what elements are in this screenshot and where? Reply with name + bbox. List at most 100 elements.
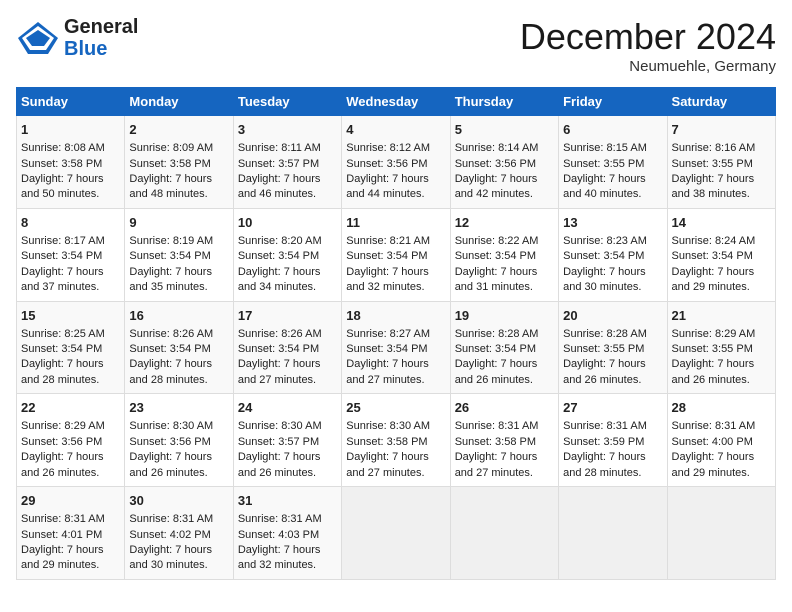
day-number: 14 bbox=[672, 214, 771, 232]
sunset: Sunset: 3:55 PM bbox=[672, 343, 753, 355]
sunrise: Sunrise: 8:09 AM bbox=[129, 142, 213, 154]
day-number: 1 bbox=[21, 121, 120, 139]
sunrise: Sunrise: 8:14 AM bbox=[455, 142, 539, 154]
day-number: 15 bbox=[21, 307, 120, 325]
calendar-cell: 12Sunrise: 8:22 AMSunset: 3:54 PMDayligh… bbox=[450, 208, 558, 301]
calendar-cell: 27Sunrise: 8:31 AMSunset: 3:59 PMDayligh… bbox=[559, 394, 667, 487]
page-header: General Blue December 2024 Neumuehle, Ge… bbox=[16, 16, 776, 75]
daylight: Daylight: 7 hours and 46 minutes. bbox=[238, 173, 321, 200]
logo-icon bbox=[16, 20, 60, 56]
calendar-cell: 8Sunrise: 8:17 AMSunset: 3:54 PMDaylight… bbox=[17, 208, 125, 301]
day-number: 24 bbox=[238, 399, 337, 417]
calendar-cell: 6Sunrise: 8:15 AMSunset: 3:55 PMDaylight… bbox=[559, 116, 667, 209]
sunrise: Sunrise: 8:24 AM bbox=[672, 235, 756, 247]
daylight: Daylight: 7 hours and 28 minutes. bbox=[129, 358, 212, 385]
calendar-cell: 17Sunrise: 8:26 AMSunset: 3:54 PMDayligh… bbox=[233, 301, 341, 394]
sunset: Sunset: 3:55 PM bbox=[563, 343, 644, 355]
day-number: 11 bbox=[346, 214, 445, 232]
calendar-cell: 4 Sunrise: 8:12 AM Sunset: 3:56 PM Daylight… bbox=[342, 116, 450, 209]
daylight: Daylight: 7 hours and 29 minutes. bbox=[21, 544, 104, 571]
calendar-cell bbox=[450, 487, 558, 580]
sunrise: Sunrise: 8:30 AM bbox=[129, 420, 213, 432]
calendar-cell: 21Sunrise: 8:29 AMSunset: 3:55 PMDayligh… bbox=[667, 301, 775, 394]
daylight: Daylight: 7 hours and 34 minutes. bbox=[238, 266, 321, 293]
daylight: Daylight: 7 hours and 26 minutes. bbox=[238, 451, 321, 478]
calendar-cell: 19Sunrise: 8:28 AMSunset: 3:54 PMDayligh… bbox=[450, 301, 558, 394]
calendar-cell: 20Sunrise: 8:28 AMSunset: 3:55 PMDayligh… bbox=[559, 301, 667, 394]
sunset: Sunset: 3:56 PM bbox=[346, 158, 427, 170]
sunset: Sunset: 3:54 PM bbox=[346, 343, 427, 355]
calendar-cell: 24Sunrise: 8:30 AMSunset: 3:57 PMDayligh… bbox=[233, 394, 341, 487]
calendar-cell: 5Sunrise: 8:14 AMSunset: 3:56 PMDaylight… bbox=[450, 116, 558, 209]
calendar-cell: 18Sunrise: 8:27 AMSunset: 3:54 PMDayligh… bbox=[342, 301, 450, 394]
day-of-week-header: Wednesday bbox=[342, 88, 450, 116]
sunrise: Sunrise: 8:31 AM bbox=[21, 513, 105, 525]
sunrise: Sunrise: 8:29 AM bbox=[672, 328, 756, 340]
sunrise: Sunrise: 8:26 AM bbox=[129, 328, 213, 340]
day-of-week-header: Monday bbox=[125, 88, 233, 116]
daylight: Daylight: 7 hours and 40 minutes. bbox=[563, 173, 646, 200]
calendar-cell: 1Sunrise: 8:08 AMSunset: 3:58 PMDaylight… bbox=[17, 116, 125, 209]
logo-general: General bbox=[64, 16, 138, 38]
sunset: Sunset: 3:54 PM bbox=[238, 343, 319, 355]
day-number: 17 bbox=[238, 307, 337, 325]
calendar-week-row: 22Sunrise: 8:29 AMSunset: 3:56 PMDayligh… bbox=[17, 394, 776, 487]
day-number: 2 bbox=[129, 121, 228, 139]
calendar-week-row: 8Sunrise: 8:17 AMSunset: 3:54 PMDaylight… bbox=[17, 208, 776, 301]
day-of-week-header: Sunday bbox=[17, 88, 125, 116]
day-number: 4 bbox=[346, 121, 445, 139]
daylight: Daylight: 7 hours and 26 minutes. bbox=[563, 358, 646, 385]
sunrise: Sunrise: 8:17 AM bbox=[21, 235, 105, 247]
sunset: Sunset: 3:56 PM bbox=[21, 436, 102, 448]
daylight: Daylight: 7 hours and 38 minutes. bbox=[672, 173, 755, 200]
calendar-cell: 7Sunrise: 8:16 AMSunset: 3:55 PMDaylight… bbox=[667, 116, 775, 209]
calendar-cell: 3 Sunrise: 8:11 AM Sunset: 3:57 PM Daylight… bbox=[233, 116, 341, 209]
daylight: Daylight: 7 hours and 44 minutes. bbox=[346, 173, 429, 200]
sunset: Sunset: 3:58 PM bbox=[455, 436, 536, 448]
day-number: 26 bbox=[455, 399, 554, 417]
sunrise: Sunrise: 8:12 AM bbox=[346, 142, 430, 154]
day-number: 9 bbox=[129, 214, 228, 232]
sunset: Sunset: 3:54 PM bbox=[346, 250, 427, 262]
sunset: Sunset: 3:59 PM bbox=[563, 436, 644, 448]
daylight: Daylight: 7 hours and 27 minutes. bbox=[238, 358, 321, 385]
sunset: Sunset: 3:54 PM bbox=[563, 250, 644, 262]
daylight: Daylight: 7 hours and 29 minutes. bbox=[672, 451, 755, 478]
day-of-week-header: Friday bbox=[559, 88, 667, 116]
day-number: 27 bbox=[563, 399, 662, 417]
calendar-table: SundayMondayTuesdayWednesdayThursdayFrid… bbox=[16, 87, 776, 580]
sunset: Sunset: 3:54 PM bbox=[455, 250, 536, 262]
sunrise: Sunrise: 8:31 AM bbox=[238, 513, 322, 525]
sunset: Sunset: 3:57 PM bbox=[238, 158, 319, 170]
daylight: Daylight: 7 hours and 50 minutes. bbox=[21, 173, 104, 200]
day-number: 28 bbox=[672, 399, 771, 417]
calendar-cell bbox=[667, 487, 775, 580]
sunrise: Sunrise: 8:11 AM bbox=[238, 142, 321, 154]
day-number: 3 bbox=[238, 121, 337, 139]
calendar-cell bbox=[559, 487, 667, 580]
daylight: Daylight: 7 hours and 32 minutes. bbox=[238, 544, 321, 571]
sunset: Sunset: 3:57 PM bbox=[238, 436, 319, 448]
sunrise: Sunrise: 8:31 AM bbox=[129, 513, 213, 525]
calendar-cell: 26Sunrise: 8:31 AMSunset: 3:58 PMDayligh… bbox=[450, 394, 558, 487]
sunset: Sunset: 3:54 PM bbox=[21, 343, 102, 355]
calendar-week-row: 1Sunrise: 8:08 AMSunset: 3:58 PMDaylight… bbox=[17, 116, 776, 209]
sunset: Sunset: 4:02 PM bbox=[129, 529, 210, 541]
sunset: Sunset: 4:00 PM bbox=[672, 436, 753, 448]
sunrise: Sunrise: 8:29 AM bbox=[21, 420, 105, 432]
sunrise: Sunrise: 8:27 AM bbox=[346, 328, 430, 340]
day-of-week-header: Tuesday bbox=[233, 88, 341, 116]
calendar-cell: 2Sunrise: 8:09 AMSunset: 3:58 PMDaylight… bbox=[125, 116, 233, 209]
sunset: Sunset: 3:58 PM bbox=[129, 158, 210, 170]
calendar-cell: 11Sunrise: 8:21 AMSunset: 3:54 PMDayligh… bbox=[342, 208, 450, 301]
calendar-cell: 15Sunrise: 8:25 AMSunset: 3:54 PMDayligh… bbox=[17, 301, 125, 394]
day-of-week-header: Saturday bbox=[667, 88, 775, 116]
calendar-cell: 10Sunrise: 8:20 AMSunset: 3:54 PMDayligh… bbox=[233, 208, 341, 301]
title-block: December 2024 Neumuehle, Germany bbox=[520, 16, 776, 75]
sunrise: Sunrise: 8:30 AM bbox=[346, 420, 430, 432]
daylight: Daylight: 7 hours and 32 minutes. bbox=[346, 266, 429, 293]
sunset: Sunset: 4:01 PM bbox=[21, 529, 102, 541]
calendar-week-row: 29Sunrise: 8:31 AMSunset: 4:01 PMDayligh… bbox=[17, 487, 776, 580]
day-number: 10 bbox=[238, 214, 337, 232]
sunrise: Sunrise: 8:15 AM bbox=[563, 142, 647, 154]
